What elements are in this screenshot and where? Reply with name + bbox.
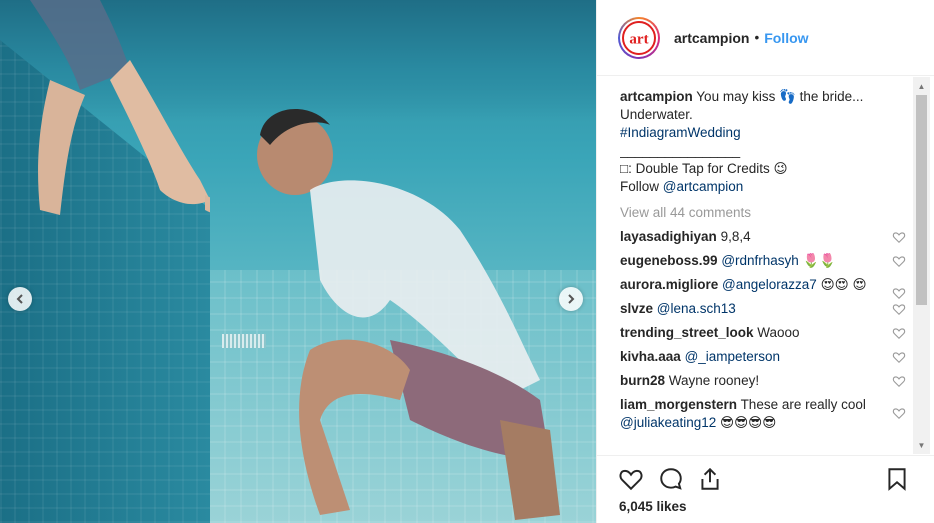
comment-username[interactable]: liam_morgenstern <box>620 397 737 412</box>
art-logo-icon: art <box>629 31 648 47</box>
post-header: art artcampion • Follow <box>597 0 934 76</box>
caption-hashtag[interactable]: #IndiagramWedding <box>620 125 741 140</box>
comment-item: layasadighiyan 9,8,4 <box>620 228 906 246</box>
comment-text: 9,8,4 <box>720 229 751 244</box>
chevron-right-icon <box>568 294 575 304</box>
comment-username[interactable]: burn28 <box>620 373 665 388</box>
comment-suffix: 😎😎😎😎 <box>716 415 777 430</box>
avatar[interactable]: art <box>618 16 660 59</box>
comment-text: Wayne rooney! <box>668 373 760 388</box>
scroll-up-arrow-icon[interactable]: ▲ <box>913 79 930 93</box>
comment-mention[interactable]: @_iampeterson <box>685 349 781 364</box>
comment-text: 🌷🌷 <box>798 253 837 268</box>
comment-icon[interactable] <box>658 466 684 492</box>
comment-like-heart-icon[interactable] <box>892 254 906 268</box>
svg-text:art: art <box>629 31 648 47</box>
scroll-down-arrow-icon[interactable]: ▼ <box>913 438 930 452</box>
comments-scrollbar[interactable]: ▲ ▼ <box>913 77 930 454</box>
caption-credits: □: Double Tap for Credits 😉 <box>620 161 788 176</box>
comment-text: These are really cool <box>740 397 866 412</box>
comment-like-heart-icon[interactable] <box>892 406 906 420</box>
scrollbar-thumb[interactable] <box>916 95 927 305</box>
post-caption: artcampion You may kiss 👣 the bride... U… <box>620 88 906 196</box>
caption-follow-text: Follow <box>620 179 663 194</box>
caption-username[interactable]: artcampion <box>620 89 693 104</box>
comment-item: burn28 Wayne rooney! <box>620 372 906 390</box>
caption-line1: You may kiss 👣 the bride... <box>696 89 864 104</box>
comment-mention[interactable]: @lena.sch13 <box>657 301 736 316</box>
chevron-left-icon <box>16 294 23 304</box>
follow-button[interactable]: Follow <box>764 30 808 46</box>
comment-item: kivha.aaa @_iampeterson <box>620 348 906 366</box>
comment-like-heart-icon[interactable] <box>892 374 906 388</box>
comment-item: aurora.migliore @angelorazza7 😍😍 😍 <box>620 276 906 299</box>
comment-item: slvze @lena.sch13 <box>620 300 906 318</box>
comment-like-heart-icon[interactable] <box>892 302 906 316</box>
comment-text: 😍😍 😍 <box>816 277 867 292</box>
caption-follow-handle[interactable]: @artcampion <box>663 179 744 194</box>
separator-dot: • <box>754 30 760 45</box>
likes-count[interactable]: 6,045 likes <box>619 499 687 514</box>
comment-like-heart-icon[interactable] <box>892 286 906 300</box>
comment-mention[interactable]: @rdnfrhasyh <box>721 253 799 268</box>
comment-like-heart-icon[interactable] <box>892 350 906 364</box>
comment-item: trending_street_look Waooo <box>620 324 906 342</box>
previous-photo-button[interactable] <box>8 287 32 311</box>
post-actions-bar: 6,045 likes <box>596 455 934 523</box>
comment-like-heart-icon[interactable] <box>892 230 906 244</box>
post-photo[interactable] <box>0 0 596 523</box>
art-logo: art <box>622 20 656 55</box>
comment-like-heart-icon[interactable] <box>892 326 906 340</box>
post-username[interactable]: artcampion <box>674 30 749 46</box>
comment-username[interactable]: trending_street_look <box>620 325 754 340</box>
comment-username[interactable]: aurora.migliore <box>620 277 718 292</box>
groom-figure <box>257 108 560 520</box>
comment-username[interactable]: kivha.aaa <box>620 349 681 364</box>
comment-username[interactable]: eugeneboss.99 <box>620 253 718 268</box>
comment-item: eugeneboss.99 @rdnfrhasyh 🌷🌷 <box>620 252 906 270</box>
next-photo-button[interactable] <box>559 287 583 311</box>
comments-list[interactable]: artcampion You may kiss 👣 the bride... U… <box>620 88 906 453</box>
comment-username[interactable]: layasadighiyan <box>620 229 717 244</box>
heart-icon[interactable] <box>618 466 644 492</box>
comment-mention[interactable]: @angelorazza7 <box>722 277 817 292</box>
bride-legs <box>30 0 210 215</box>
comment-item: liam_morgenstern These are really cool @… <box>620 396 906 432</box>
share-icon[interactable] <box>697 466 723 492</box>
comment-mention[interactable]: @juliakeating12 <box>620 415 716 430</box>
comment-text: Waooo <box>757 325 800 340</box>
caption-line2: Underwater. <box>620 107 693 122</box>
bookmark-icon[interactable] <box>884 466 910 492</box>
caption-divider: ________________ <box>620 143 741 158</box>
post-sidebar: art artcampion • Follow artcampion You m… <box>596 0 934 523</box>
view-all-comments-link[interactable]: View all 44 comments <box>620 204 906 222</box>
comment-username[interactable]: slvze <box>620 301 653 316</box>
